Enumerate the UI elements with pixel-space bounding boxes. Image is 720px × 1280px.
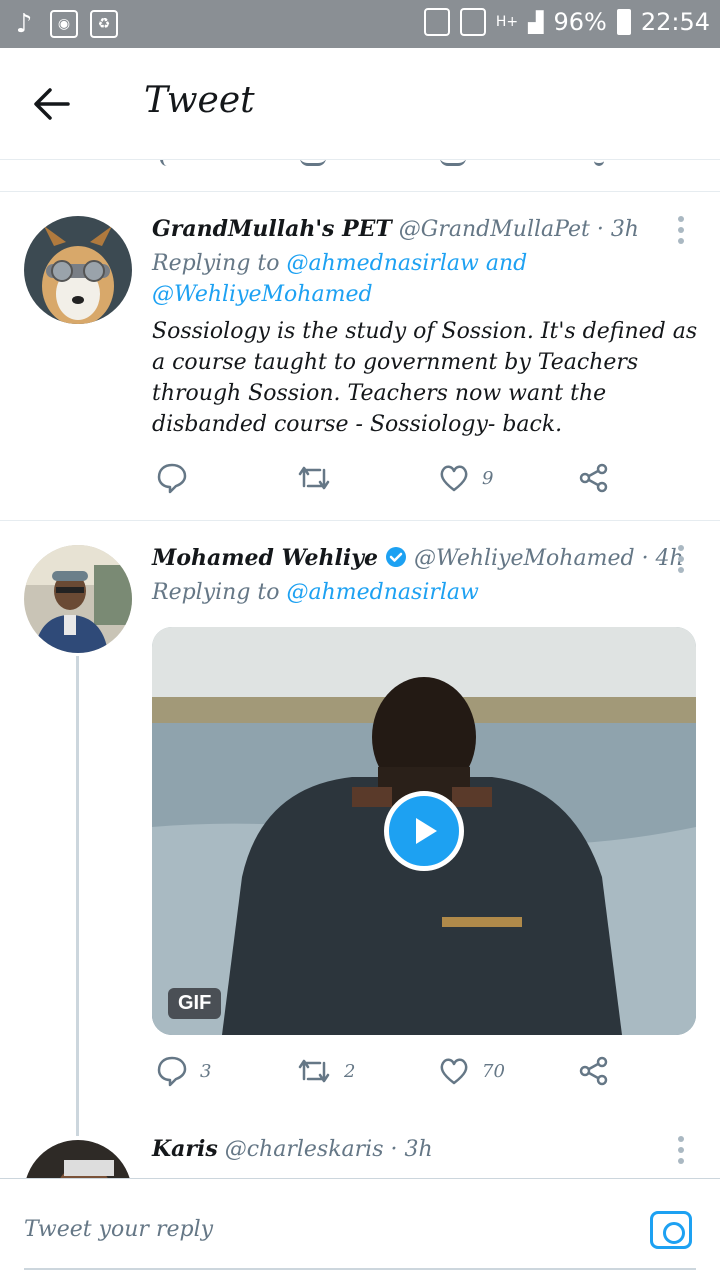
- replying-to-label: Replying to: [152, 580, 280, 605]
- recycle-icon: ♻: [90, 10, 118, 38]
- display-name[interactable]: Mohamed Wehliye: [152, 545, 378, 571]
- avatar[interactable]: [24, 1140, 132, 1178]
- tweet-header: GrandMullah's PET @GrandMullaPet · 3h: [152, 216, 639, 242]
- user-handle[interactable]: @charleskaris: [225, 1137, 384, 1162]
- gif-badge: GIF: [168, 988, 222, 1019]
- signal-icon: [459, 8, 486, 36]
- verified-badge-icon: [386, 547, 406, 567]
- like-icon: [440, 465, 468, 492]
- display-name[interactable]: Karis: [152, 1136, 218, 1162]
- like-button[interactable]: 9: [438, 462, 493, 494]
- retweet-icon: [300, 160, 326, 166]
- share-button[interactable]: [578, 1055, 610, 1087]
- retweet-button[interactable]: [296, 462, 332, 494]
- play-icon: [416, 818, 437, 844]
- battery-percent: 96%: [553, 8, 607, 36]
- reply-count: 3: [200, 1060, 212, 1082]
- input-underline: [24, 1268, 696, 1270]
- reply-input[interactable]: Tweet your reply: [24, 1217, 213, 1242]
- gif-media[interactable]: GIF: [152, 627, 696, 1035]
- signal-bars-icon: ▟: [528, 10, 544, 34]
- retweet-icon: [298, 466, 330, 490]
- share-button[interactable]: [578, 462, 610, 494]
- user-handle[interactable]: @WehliyeMohamed: [414, 546, 635, 571]
- replying-to: Replying to @ahmednasirlaw and @WehliyeM…: [152, 248, 572, 310]
- like-icon: [440, 160, 466, 166]
- share-icon: [579, 1056, 608, 1086]
- retweet-count: 2: [344, 1060, 356, 1082]
- display-name[interactable]: GrandMullah's PET: [152, 216, 392, 242]
- camera-notification-icon: ◉: [50, 10, 78, 38]
- timestamp: · 3h: [596, 217, 639, 242]
- network-type-icon: H+: [495, 14, 519, 30]
- notification-icons: ♪ ◉ ♻: [10, 9, 118, 39]
- retweet-icon: [298, 1059, 330, 1083]
- reply-button[interactable]: [156, 462, 188, 494]
- tweet-text: Sossiology is the study of Sossion. It's…: [152, 319, 698, 437]
- share-icon: [594, 160, 604, 166]
- user-handle[interactable]: @GrandMullaPet: [399, 217, 590, 242]
- system-icons: H+ ▟ 96% 22:54: [423, 8, 710, 36]
- like-icon: [440, 1058, 468, 1085]
- reply-button[interactable]: 3: [156, 1055, 211, 1087]
- reply-icon: [160, 160, 174, 166]
- tweet-item[interactable]: Mohamed Wehliye @WehliyeMohamed · 4h Rep…: [0, 521, 720, 1121]
- avatar[interactable]: [24, 216, 132, 324]
- more-options-icon[interactable]: [678, 545, 686, 573]
- reply-composer[interactable]: Tweet your reply: [0, 1178, 720, 1280]
- timestamp: · 3h: [390, 1137, 433, 1162]
- tweet-header: Karis @charleskaris · 3h: [152, 1136, 433, 1162]
- like-button[interactable]: 70: [438, 1055, 505, 1087]
- replying-to: Replying to @ahmednasirlaw: [152, 577, 479, 608]
- back-arrow-icon[interactable]: [32, 84, 80, 124]
- tweet-actions: 3 2 70: [152, 1055, 622, 1095]
- battery-icon: [616, 9, 631, 35]
- share-icon: [579, 463, 608, 493]
- app-bar: Tweet: [0, 48, 720, 160]
- previous-tweet-actions: [0, 160, 720, 192]
- reply-icon: [157, 1056, 187, 1087]
- like-count: 9: [482, 467, 494, 489]
- more-options-icon[interactable]: [678, 216, 686, 244]
- tweet-item[interactable]: Karis @charleskaris · 3h: [0, 1116, 720, 1178]
- camera-icon[interactable]: [650, 1211, 692, 1249]
- replying-to-label: Replying to: [152, 251, 280, 276]
- avatar[interactable]: [24, 545, 132, 653]
- like-count: 70: [482, 1060, 505, 1082]
- page-title: Tweet: [144, 80, 255, 121]
- play-button[interactable]: [384, 791, 464, 871]
- more-options-icon[interactable]: [678, 1136, 686, 1164]
- clock: 22:54: [640, 8, 710, 36]
- status-bar: ♪ ◉ ♻ H+ ▟ 96% 22:54: [0, 0, 720, 48]
- replying-to-links[interactable]: @ahmednasirlaw: [287, 580, 479, 605]
- reply-icon: [157, 463, 187, 494]
- phone-icon: [423, 8, 450, 36]
- tweet-header: Mohamed Wehliye @WehliyeMohamed · 4h: [152, 545, 684, 571]
- music-note-icon: ♪: [15, 9, 33, 39]
- retweet-button[interactable]: 2: [296, 1055, 355, 1087]
- tweet-item[interactable]: GrandMullah's PET @GrandMullaPet · 3h Re…: [0, 192, 720, 520]
- tweet-actions: 9: [152, 462, 622, 502]
